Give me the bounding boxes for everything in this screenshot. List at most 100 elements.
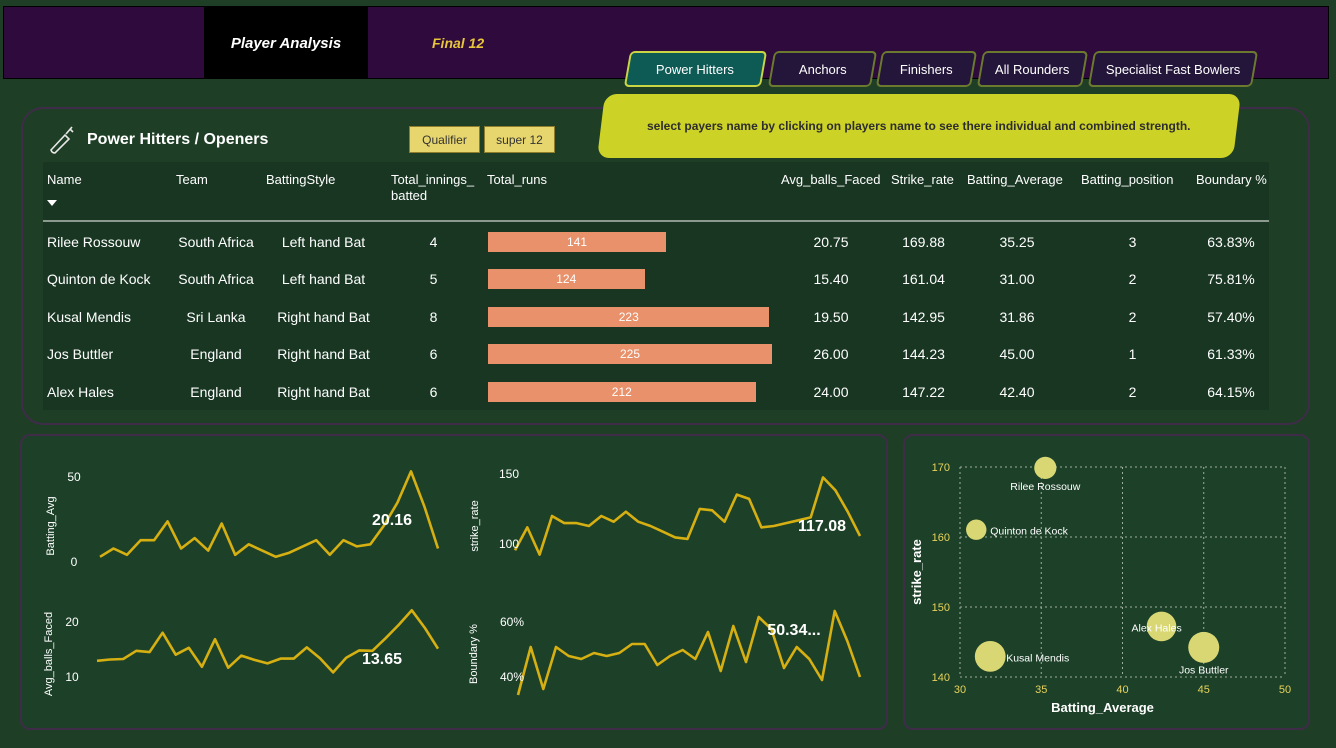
player-name-cell[interactable]: Jos Buttler: [47, 346, 113, 362]
innings-cell: 6: [429, 384, 438, 400]
team-cell: South Africa: [178, 234, 254, 250]
avg-balls-cell: 19.50: [813, 309, 849, 325]
player-name-cell[interactable]: Alex Hales: [47, 384, 114, 400]
batting-style-cell: Right hand Bat: [277, 309, 370, 325]
y-tick-label: 150: [932, 602, 950, 614]
batting-position-cell: 1: [1128, 346, 1137, 362]
tab-label: All Rounders: [995, 61, 1070, 77]
batting-position-cell: 2: [1128, 309, 1137, 325]
tab-label: Power Hitters: [656, 61, 735, 77]
avg-balls-cell: 20.75: [813, 234, 849, 250]
trend-charts-panel: Batting_Avg 50 0 20.16 strike_rate 150 100 117.…: [20, 434, 888, 730]
tab-power-hitters[interactable]: Power Hitters: [623, 51, 768, 87]
scatter-point: [1188, 631, 1220, 663]
table-row[interactable]: Kusal Mendis Sri Lanka Right hand Bat 8 19.5…: [43, 299, 1269, 336]
batting-style-cell: Right hand Bat: [277, 346, 370, 362]
scatter-point: [974, 640, 1006, 672]
x-tick-label: 30: [954, 684, 966, 696]
total-runs-bar: 124: [488, 269, 645, 289]
panel-title: Power Hitters / Openers: [87, 131, 269, 148]
total-runs-bar: 225: [488, 344, 772, 364]
batting-style-cell: Right hand Bat: [277, 384, 370, 400]
strike-rate-cell: 142.95: [902, 309, 945, 325]
y-axis-label: strike_rate: [909, 539, 924, 605]
avg-balls-cell: 26.00: [813, 346, 849, 362]
filter-super-12-button[interactable]: super 12: [484, 126, 555, 153]
batting-position-cell: 2: [1128, 271, 1137, 287]
batting-average-cell: 45.00: [999, 346, 1035, 362]
y-tick-label: 160: [932, 532, 950, 544]
column-header-innings[interactable]: Total_innings_ batted: [391, 172, 474, 204]
y-tick-label: 20: [65, 615, 79, 629]
batting-style-cell: Left hand Bat: [281, 234, 366, 250]
column-header-batting-position[interactable]: Batting_position: [1081, 172, 1174, 188]
strike-rate-cell: 147.22: [902, 384, 945, 400]
player-name-cell[interactable]: Kusal Mendis: [47, 309, 131, 325]
x-axis-label: Batting_Average: [1051, 700, 1154, 715]
latest-value-label: 117.08: [798, 518, 846, 535]
point-label: Kusal Mendis: [1006, 652, 1069, 664]
strike-rate-cell: 144.23: [902, 346, 945, 362]
tab-anchors[interactable]: Anchors: [767, 51, 878, 87]
nav-final-12[interactable]: Final 12: [432, 35, 484, 51]
nav-player-analysis[interactable]: Player Analysis: [204, 7, 368, 79]
filter-qualifier-button[interactable]: Qualifier: [409, 126, 480, 153]
scatter-point: [966, 519, 987, 540]
tab-specialist-fast-bowlers[interactable]: Specialist Fast Bowlers: [1087, 51, 1259, 87]
column-header-name[interactable]: Name: [47, 172, 82, 188]
x-tick-label: 45: [1198, 684, 1210, 696]
latest-value-label: 50.34...: [767, 622, 820, 639]
column-header-innings-line2: batted: [391, 188, 428, 203]
player-name-cell[interactable]: Quinton de Kock: [47, 271, 151, 287]
point-label: Jos Buttler: [1179, 664, 1229, 676]
column-header-strike-rate[interactable]: Strike_rate: [891, 172, 954, 188]
column-header-team[interactable]: Team: [176, 172, 208, 188]
instruction-banner: select payers name by clicking on player…: [597, 94, 1241, 158]
tab-label: Anchors: [798, 61, 847, 77]
point-label: Alex Hales: [1132, 622, 1182, 634]
column-header-boundary[interactable]: Boundary %: [1196, 172, 1267, 188]
team-cell: Sri Lanka: [186, 309, 246, 325]
team-cell: England: [190, 346, 242, 362]
avg-balls-cell: 24.00: [813, 384, 849, 400]
point-label: Quinton de Kock: [990, 526, 1068, 538]
column-header-total-runs[interactable]: Total_runs: [487, 172, 547, 188]
player-name-cell[interactable]: Rilee Rossouw: [47, 234, 140, 250]
y-axis-label: Avg_balls_Faced: [43, 612, 55, 696]
table-row[interactable]: Rilee Rossouw South Africa Left hand Bat 4 2…: [43, 224, 1269, 261]
table-row[interactable]: Quinton de Kock South Africa Left hand Bat…: [43, 261, 1269, 298]
column-header-batting-style[interactable]: BattingStyle: [266, 172, 335, 188]
x-tick-label: 35: [1035, 684, 1047, 696]
boundary-cell: 63.83%: [1207, 234, 1255, 250]
y-axis-label: Boundary %: [468, 624, 480, 684]
total-runs-bar: 141: [488, 232, 666, 252]
sort-desc-icon[interactable]: [47, 200, 57, 206]
column-header-avg-balls-faced[interactable]: Avg_balls_Faced: [781, 172, 881, 188]
column-header-batting-average[interactable]: Batting_Average: [967, 172, 1063, 188]
team-cell: England: [190, 384, 242, 400]
tab-finishers[interactable]: Finishers: [875, 51, 978, 87]
batting-average-cell: 31.86: [999, 309, 1035, 325]
latest-value-label: 13.65: [362, 651, 402, 668]
table-row[interactable]: Alex Hales England Right hand Bat 6 24.00 147…: [43, 374, 1269, 411]
y-tick-label: 100: [499, 537, 519, 551]
x-tick-label: 50: [1279, 684, 1291, 696]
strike-rate-cell: 161.04: [902, 271, 945, 287]
boundary-cell: 61.33%: [1207, 346, 1255, 362]
x-tick-label: 40: [1116, 684, 1128, 696]
innings-cell: 5: [429, 271, 438, 287]
y-tick-label: 0: [71, 555, 78, 569]
tab-all-rounders[interactable]: All Rounders: [976, 51, 1089, 87]
y-axis-label: strike_rate: [469, 500, 481, 551]
trend-charts-svg: Batting_Avg 50 0 20.16 strike_rate 150 100 117.…: [43, 467, 862, 696]
boundary-cell: 57.40%: [1207, 309, 1255, 325]
y-axis-label: Batting_Avg: [45, 496, 57, 555]
point-label: Rilee Rossouw: [1010, 481, 1080, 493]
batting-position-cell: 2: [1128, 384, 1137, 400]
table-row[interactable]: Jos Buttler England Right hand Bat 6 26.00 14…: [43, 336, 1269, 373]
players-table: Name Team BattingStyle Total_innings_ ba…: [43, 162, 1269, 410]
innings-cell: 4: [429, 234, 438, 250]
instruction-text: select payers name by clicking on player…: [647, 119, 1191, 133]
total-runs-bar: 212: [488, 382, 756, 402]
header-divider: [43, 220, 1269, 222]
